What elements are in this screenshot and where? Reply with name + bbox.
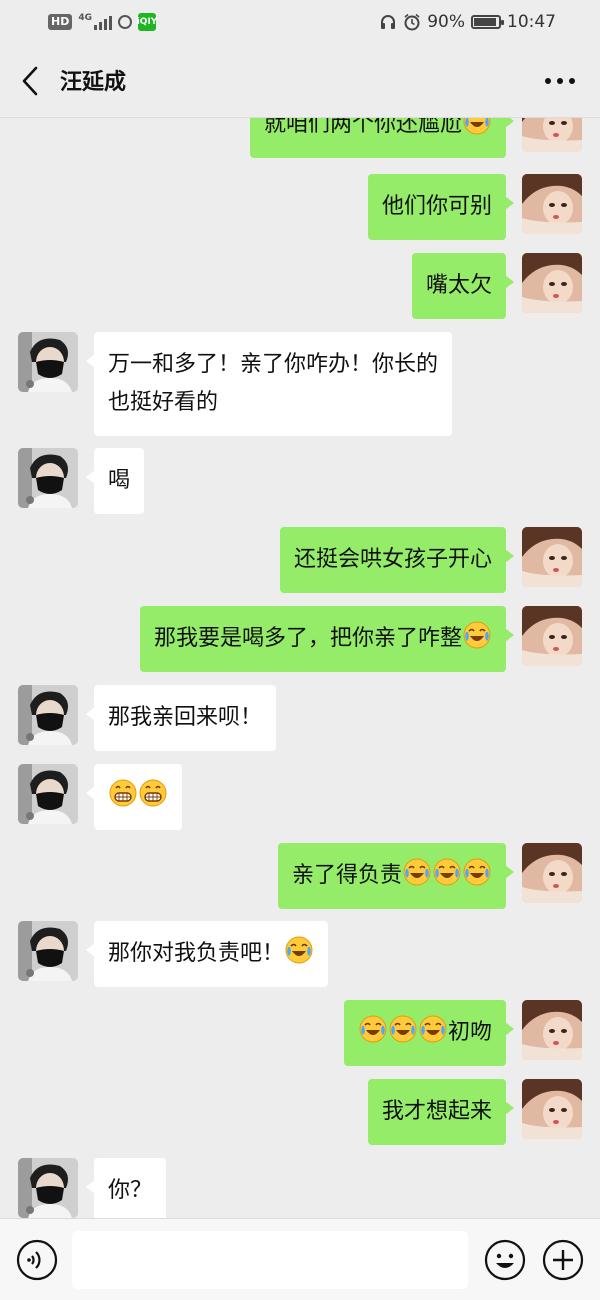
message-text: 亲了得负责	[291, 863, 402, 888]
iqiyi-icon: iQIY	[137, 13, 157, 31]
laugh-cry-emoji-icon	[359, 1015, 387, 1043]
laugh-cry-emoji-icon	[463, 621, 491, 649]
self-avatar[interactable]	[522, 1000, 582, 1060]
laugh-cry-emoji-icon	[403, 858, 431, 886]
message-list[interactable]: 就咱们两个你还尴尬他们你可别嘴太欠万一和多了！亲了你咋办！你长的 也挺好看的喝还…	[0, 118, 600, 1218]
message-text: 还挺会哄女孩子开心	[293, 547, 492, 572]
contact-avatar-image	[18, 685, 78, 745]
contact-avatar-image	[18, 921, 78, 981]
message-bubble[interactable]: 那你对我负责吧！	[85, 921, 329, 987]
self-avatar-image	[522, 527, 582, 587]
laugh-cry-emoji-icon	[463, 118, 491, 135]
message-bubble[interactable]: 他们你可别	[367, 174, 515, 240]
message-text: 我才想起来	[381, 1099, 492, 1124]
signal-icon: 4G	[78, 14, 112, 30]
clock: 10:47	[507, 12, 556, 32]
self-avatar-image	[522, 174, 582, 234]
self-avatar-image	[522, 118, 582, 152]
message-text: 喝	[108, 468, 131, 493]
message-bubble[interactable]: 嘴太欠	[411, 253, 515, 319]
self-avatar-image	[522, 606, 582, 666]
laugh-cry-emoji-icon	[433, 858, 461, 886]
laugh-cry-emoji-icon	[463, 858, 491, 886]
message-bubble[interactable]: 你？	[85, 1158, 167, 1218]
self-avatar-image	[522, 1000, 582, 1060]
message-bubble[interactable]: 那我亲回来呗！	[85, 685, 277, 751]
battery-percent: 90%	[427, 12, 465, 32]
alarm-icon	[404, 13, 420, 31]
self-avatar-image	[522, 253, 582, 313]
contact-avatar[interactable]	[18, 1158, 78, 1218]
self-avatar[interactable]	[522, 174, 582, 234]
message-text: 那我亲回来呗！	[108, 705, 263, 730]
contact-avatar[interactable]	[18, 685, 78, 745]
contact-avatar-image	[18, 764, 78, 824]
message-text: 就咱们两个你还尴尬	[263, 118, 462, 137]
headphones-icon	[381, 15, 396, 29]
emoji-icon[interactable]	[484, 1239, 526, 1281]
message-bubble[interactable]: 我才想起来	[367, 1079, 515, 1145]
grin-emoji-icon	[109, 779, 137, 807]
laugh-cry-emoji-icon	[419, 1015, 447, 1043]
message-bubble[interactable]: 还挺会哄女孩子开心	[279, 527, 515, 593]
message-input[interactable]	[72, 1231, 468, 1289]
message-bubble[interactable]: 万一和多了！亲了你咋办！你长的 也挺好看的	[85, 332, 453, 436]
status-right: 90% 10:47	[379, 12, 556, 32]
contact-avatar-image	[18, 448, 78, 508]
chevron-left-icon[interactable]	[14, 62, 48, 100]
message-text: 初吻	[447, 1020, 492, 1045]
battery-icon	[471, 15, 504, 29]
laugh-cry-emoji-icon	[285, 936, 313, 964]
message-bubble[interactable]: 亲了得负责	[277, 843, 515, 909]
self-avatar[interactable]	[522, 253, 582, 313]
status-left: HD 4G iQIY	[48, 12, 157, 32]
chat-title: 汪延成	[60, 70, 127, 95]
network-label: 4G	[78, 13, 92, 23]
self-avatar[interactable]	[522, 1079, 582, 1139]
grin-emoji-icon	[139, 779, 167, 807]
self-avatar[interactable]	[522, 606, 582, 666]
message-text: 他们你可别	[381, 194, 492, 219]
message-bubble[interactable]: 初吻	[343, 1000, 515, 1066]
input-bar	[0, 1218, 600, 1300]
plus-icon[interactable]	[542, 1239, 584, 1281]
message-bubble[interactable]: 喝	[85, 448, 145, 514]
nfc-icon	[118, 15, 132, 29]
contact-avatar-image	[18, 1158, 78, 1218]
self-avatar[interactable]	[522, 527, 582, 587]
self-avatar-image	[522, 843, 582, 903]
message-bubble[interactable]	[86, 764, 182, 830]
status-bar: HD 4G iQIY 90% 10:47	[0, 0, 600, 44]
more-dots-icon[interactable]	[542, 66, 578, 96]
hd-badge: HD	[48, 14, 73, 30]
voice-icon[interactable]	[16, 1239, 58, 1281]
message-bubble[interactable]: 就咱们两个你还尴尬	[249, 118, 515, 158]
message-text: 那你对我负责吧！	[108, 941, 285, 966]
self-avatar-image	[522, 1079, 582, 1139]
message-text: 那我要是喝多了，把你亲了咋整	[153, 626, 462, 651]
contact-avatar[interactable]	[18, 332, 78, 392]
message-text: 万一和多了！亲了你咋办！你长的 也挺好看的	[108, 352, 439, 415]
self-avatar[interactable]	[522, 843, 582, 903]
message-text: 嘴太欠	[425, 273, 492, 298]
message-bubble[interactable]: 那我要是喝多了，把你亲了咋整	[139, 606, 515, 672]
contact-avatar[interactable]	[18, 764, 78, 824]
contact-avatar[interactable]	[18, 448, 78, 508]
chat-header: 汪延成	[0, 44, 600, 118]
contact-avatar-image	[18, 332, 78, 392]
contact-avatar[interactable]	[18, 921, 78, 981]
message-text: 你？	[108, 1178, 153, 1203]
laugh-cry-emoji-icon	[389, 1015, 417, 1043]
self-avatar[interactable]	[522, 118, 582, 152]
